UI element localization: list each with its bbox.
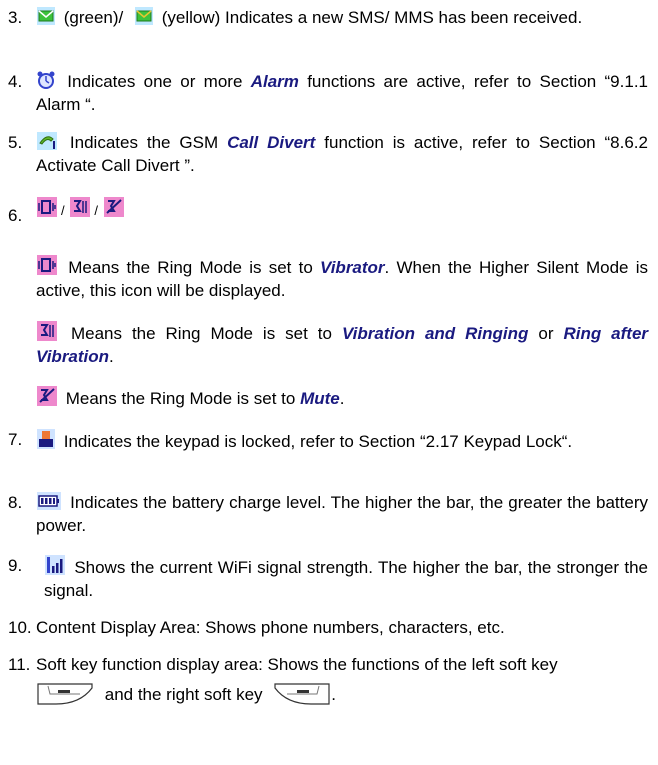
left-soft-key-icon — [36, 682, 94, 712]
item-number: 4. — [8, 72, 23, 91]
keypad-lock-icon — [36, 428, 56, 450]
vibrator-icon — [36, 196, 58, 218]
separator: / — [61, 203, 65, 218]
item-number: 11. — [8, 655, 31, 674]
item-number: 5. — [8, 133, 23, 152]
alarm-text-pre: Indicates one or more — [67, 72, 243, 91]
keypad-lock-text: Indicates the keypad is locked, refer to… — [63, 432, 573, 451]
wifi-signal-icon — [44, 554, 66, 576]
item-number: 9. — [8, 556, 23, 575]
list-item-7: 7. Indicates the keypad is locked, refer… — [8, 428, 648, 480]
envelope-green-icon — [36, 6, 56, 26]
content-area-text: Content Display Area: Shows phone number… — [36, 618, 505, 637]
alarm-emphasis: Alarm — [250, 72, 299, 91]
vibrator-icon — [36, 254, 58, 276]
right-soft-key-text: and the right soft key — [104, 685, 263, 705]
vibration-ringing-icon — [36, 320, 58, 342]
soft-key-text: Soft key function display area: Shows th… — [36, 655, 558, 674]
alarm-icon — [36, 70, 56, 90]
separator: / — [94, 203, 98, 218]
list-item-4: 4. Indicates one or more Alarm functions… — [8, 70, 648, 122]
item-number: 8. — [8, 493, 23, 512]
list-item-11: 11. Soft key function display area: Show… — [8, 653, 648, 763]
right-soft-key-icon — [273, 682, 331, 712]
list-item-8: 8. Indicates the battery charge level. T… — [8, 491, 648, 543]
wifi-text: Shows the current WiFi signal strength. … — [44, 558, 648, 601]
battery-text: Indicates the battery charge level. The … — [36, 493, 648, 536]
vibration-ringing-description: Means the Ring Mode is set to Vibration … — [36, 320, 648, 369]
item-number: 6. — [8, 206, 23, 225]
divert-emphasis: Call Divert — [227, 133, 316, 152]
item-number: 3. — [8, 8, 23, 27]
list-item-9: 9. Shows the current WiFi signal strengt… — [8, 554, 648, 606]
item-number: 10. — [8, 618, 32, 637]
mute-description: Means the Ring Mode is set to Mute. — [36, 385, 648, 410]
list-item-10: 10. Content Display Area: Shows phone nu… — [8, 616, 648, 642]
item-number: 7. — [8, 430, 23, 449]
envelope-yellow-icon — [134, 6, 154, 26]
vibration-ringing-icon — [69, 196, 91, 218]
mute-icon — [36, 385, 58, 407]
battery-icon — [36, 491, 62, 511]
list-item-5: 5. Indicates the GSM Call Divert functio… — [8, 131, 648, 183]
list-item-3: 3. (green)/ (yellow) Indicates a new SMS… — [8, 6, 648, 62]
divert-text-pre: Indicates the GSM — [69, 133, 219, 152]
list-item-6: 6. / / — [8, 196, 648, 226]
green-label: (green)/ — [63, 8, 124, 27]
call-divert-icon — [36, 131, 58, 151]
mute-icon — [103, 196, 125, 218]
vibrator-description: Means the Ring Mode is set to Vibrator. … — [36, 254, 648, 303]
sms-description: (yellow) Indicates a new SMS/ MMS has be… — [161, 8, 583, 27]
